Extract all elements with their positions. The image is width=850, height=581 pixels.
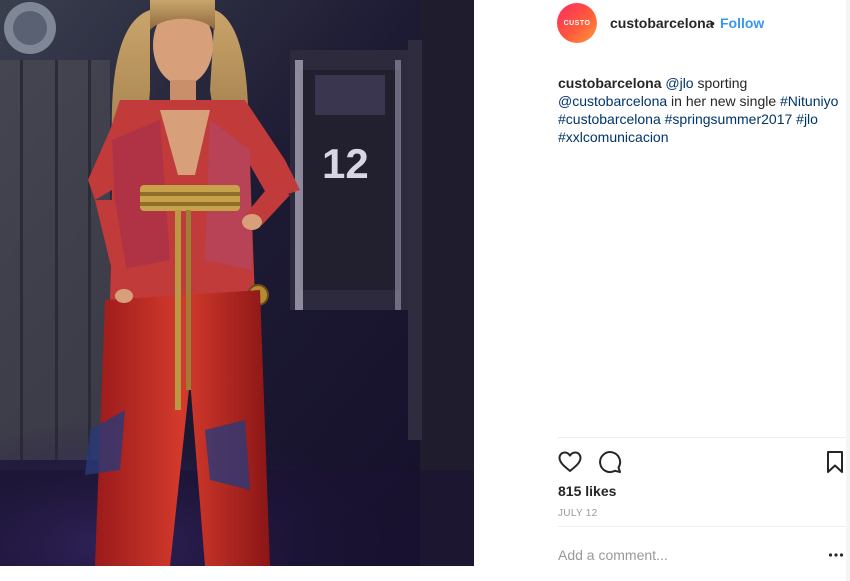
caption-hashtag[interactable]: #springsummer2017 (665, 111, 793, 127)
likes-count[interactable]: 815 likes (558, 483, 616, 499)
post-date: JULY 12 (558, 508, 598, 519)
bookmark-icon[interactable] (823, 450, 847, 474)
caption-mention[interactable]: @jlo (665, 75, 693, 91)
comment-icon[interactable] (598, 450, 622, 474)
avatar[interactable]: CUSTO (557, 3, 597, 43)
jersey-number: 12 (322, 140, 369, 187)
post-header: CUSTO custobarcelona • Follow (534, 0, 850, 50)
post-photo-image: 12 (0, 0, 474, 566)
instagram-post-page: 12 CUSTO custobarcelona • Follow custoba… (0, 0, 850, 581)
post-photo[interactable]: 12 (0, 0, 474, 566)
post-actions (558, 450, 850, 474)
caption-mention-2[interactable]: @custobarcelona (558, 93, 667, 109)
caption-hashtag[interactable]: #jlo (796, 111, 818, 127)
photo-gap (474, 0, 534, 581)
follow-button[interactable]: Follow (720, 15, 764, 31)
caption-hashtag[interactable]: #Nituniyo (780, 93, 838, 109)
caption-username[interactable]: custobarcelona (558, 75, 661, 91)
post-side-panel: CUSTO custobarcelona • Follow custobarce… (534, 0, 850, 581)
avatar-logo-text: CUSTO (563, 19, 591, 27)
heart-icon[interactable] (558, 450, 582, 474)
comment-divider (558, 526, 850, 527)
more-icon[interactable] (828, 548, 844, 560)
caption-hashtag[interactable]: #custobarcelona (558, 111, 661, 127)
comment-input[interactable] (558, 546, 808, 564)
separator-dot: • (710, 15, 715, 31)
header-username[interactable]: custobarcelona (610, 15, 713, 31)
post-caption: custobarcelona @jlo sporting @custobarce… (558, 74, 842, 146)
actions-divider (558, 437, 850, 438)
caption-text: sporting (693, 75, 748, 91)
caption-hashtag[interactable]: #xxlcomunicacion (558, 129, 669, 145)
caption-text-2: in her new single (667, 93, 781, 109)
scrollbar-track (846, 0, 850, 581)
